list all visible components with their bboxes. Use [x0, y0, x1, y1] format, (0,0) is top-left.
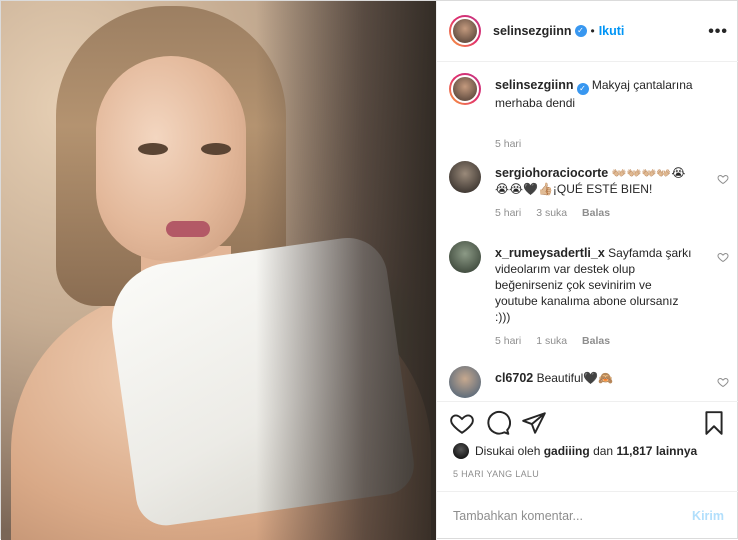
comment-like-heart-icon[interactable] — [717, 251, 729, 263]
heart-icon[interactable] — [449, 410, 475, 436]
header-info: selinsezgiinn ✓ • Ikuti — [493, 24, 624, 38]
photo-right-eye — [201, 143, 231, 155]
add-comment-bar: Kirim — [437, 491, 738, 540]
comment-username[interactable]: x_rumeysadertli_x — [495, 246, 605, 260]
post-header: selinsezgiinn ✓ • Ikuti ••• — [437, 1, 738, 62]
more-options-icon[interactable]: ••• — [708, 23, 728, 41]
comment-icon[interactable] — [485, 410, 511, 436]
follow-button[interactable]: Ikuti — [599, 24, 625, 38]
likes-prefix: Disukai oleh — [475, 444, 541, 458]
reply-button[interactable]: Balas — [582, 335, 610, 347]
comment-body: cl6702 Beautiful🖤🙈 — [495, 370, 695, 386]
comment-item: cl6702 Beautiful🖤🙈 — [449, 366, 729, 400]
comment-time[interactable]: 5 hari — [495, 207, 521, 219]
caption-meta: 5 hari — [495, 138, 533, 150]
post-dialog: selinsezgiinn ✓ • Ikuti ••• selinsezgiin… — [0, 0, 738, 540]
comment-item: x_rumeysadertli_x Sayfamda şarkı videola… — [449, 241, 729, 351]
likes-conj: dan — [593, 444, 614, 458]
comment-body: x_rumeysadertli_x Sayfamda şarkı videola… — [495, 245, 695, 325]
comment-input[interactable] — [453, 509, 693, 523]
comment-body: sergiohoraciocorte 👐🏼👐🏼👐🏼👐🏼😭😭😭🖤👍🏼¡QUÉ ES… — [495, 165, 695, 197]
author-avatar[interactable] — [449, 15, 481, 47]
post-side-panel: selinsezgiinn ✓ • Ikuti ••• selinsezgiin… — [436, 1, 738, 540]
post-comment-button[interactable]: Kirim — [692, 509, 724, 523]
comment-username[interactable]: sergiohoraciocorte — [495, 166, 608, 180]
comment-like-heart-icon[interactable] — [717, 173, 729, 185]
caption-body: selinsezgiinn ✓ Makyaj çantalarına merhab… — [495, 77, 695, 111]
comment-username[interactable]: cl6702 — [495, 371, 533, 385]
commenter-avatar[interactable] — [449, 366, 481, 398]
likes-summary: Disukai oleh gadiiing dan 11,817 lainnya — [453, 442, 697, 460]
bookmark-icon[interactable] — [701, 410, 727, 436]
comment-text: Beautiful🖤🙈 — [536, 371, 614, 385]
likes-count[interactable]: 11,817 lainnya — [616, 444, 697, 458]
comment-meta: 5 hari 3 suka Balas — [495, 207, 622, 219]
header-separator: • — [590, 24, 595, 38]
reply-button[interactable]: Balas — [582, 207, 610, 219]
post-photo[interactable] — [1, 1, 436, 540]
action-bar — [437, 401, 738, 441]
comment-like-heart-icon[interactable] — [717, 376, 729, 388]
photo-left-eye — [138, 143, 168, 155]
comments-list[interactable]: selinsezgiinn ✓ Makyaj çantalarına merhab… — [437, 63, 738, 400]
comment-meta: 5 hari 1 suka Balas — [495, 335, 622, 347]
comment-time[interactable]: 5 hari — [495, 335, 521, 347]
commenter-avatar[interactable] — [449, 241, 481, 273]
caption-time[interactable]: 5 hari — [495, 138, 521, 150]
commenter-avatar[interactable] — [449, 161, 481, 193]
post-time-ago[interactable]: 5 HARI YANG LALU — [453, 469, 539, 479]
comment-likes[interactable]: 3 suka — [536, 207, 567, 219]
photo-lips — [166, 221, 210, 237]
photo-shadow — [256, 1, 436, 540]
verified-badge-icon: ✓ — [574, 25, 587, 37]
verified-badge-icon: ✓ — [576, 83, 589, 95]
caption-username[interactable]: selinsezgiinn — [495, 78, 574, 92]
liker-username[interactable]: gadiiing — [544, 444, 590, 458]
comment-likes[interactable]: 1 suka — [536, 335, 567, 347]
comment-item: sergiohoraciocorte 👐🏼👐🏼👐🏼👐🏼😭😭😭🖤👍🏼¡QUÉ ES… — [449, 161, 729, 231]
caption-item: selinsezgiinn ✓ Makyaj çantalarına merhab… — [449, 73, 729, 153]
author-username[interactable]: selinsezgiinn — [493, 24, 572, 38]
share-icon[interactable] — [521, 410, 547, 436]
caption-avatar[interactable] — [449, 73, 481, 105]
liker-avatar[interactable] — [453, 443, 469, 459]
